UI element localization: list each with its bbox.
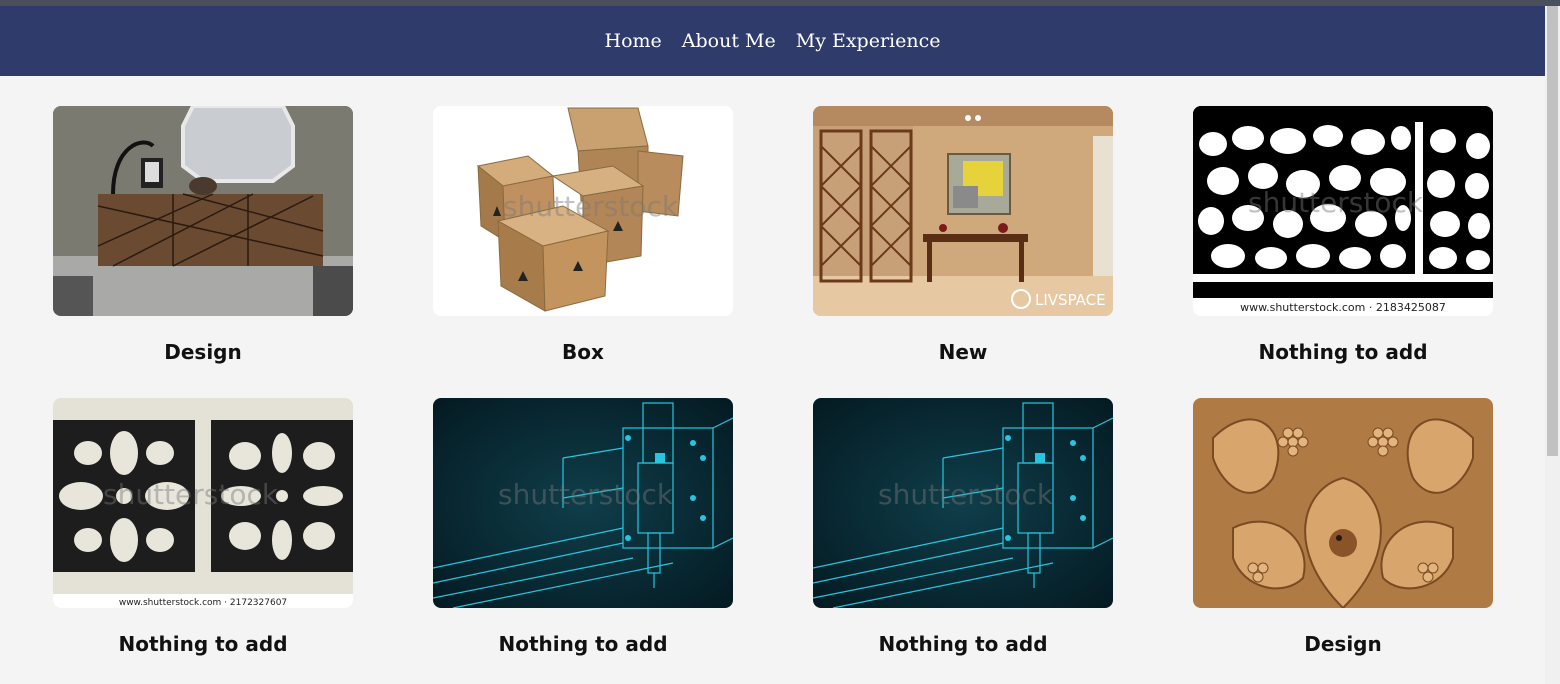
livspace-watermark: LIVSPACE (1035, 291, 1106, 309)
nav-home-link[interactable]: Home (605, 30, 662, 52)
card-caption: Design (164, 340, 242, 364)
watermark-text: shutterstock (103, 478, 279, 511)
watermark-text: shutterstock (1248, 186, 1424, 219)
card-caption: Nothing to add (498, 632, 668, 656)
card-caption: Nothing to add (118, 632, 288, 656)
image-footer-id: www.shutterstock.com · 2183425087 (1240, 301, 1446, 314)
cnc-blueprint-image: shutterstock (433, 398, 733, 608)
cardboard-boxes-image: shutterstock (433, 106, 733, 316)
watermark-text: shutterstock (878, 478, 1054, 511)
gallery-card-new[interactable]: LIVSPACE New (813, 106, 1113, 376)
ornamental-tile-image: shutterstock www.shutterstock.com · 2172… (53, 398, 353, 608)
card-caption: Nothing to add (1258, 340, 1428, 364)
card-caption: Box (562, 340, 604, 364)
wood-carving-image (1193, 398, 1493, 608)
gallery-card-cnc-1[interactable]: shutterstock Nothing to add (433, 398, 733, 668)
card-caption: Nothing to add (878, 632, 1048, 656)
watermark-text: shutterstock (503, 190, 679, 223)
sideboard-image (53, 106, 353, 316)
voronoi-panel-image: shutterstock www.shutterstock.com · 2183… (1193, 106, 1493, 316)
page-scrollbar[interactable] (1545, 6, 1560, 684)
gallery-card-carving[interactable]: Design (1193, 398, 1493, 668)
gallery-card-design[interactable]: Design (53, 106, 353, 376)
cnc-blueprint-image: shutterstock (813, 398, 1113, 608)
living-room-image: LIVSPACE (813, 106, 1113, 316)
gallery-card-box[interactable]: shutterstock Box (433, 106, 733, 376)
card-caption: New (938, 340, 988, 364)
top-navbar: Home About Me My Experience (0, 6, 1545, 76)
watermark-text: shutterstock (498, 478, 674, 511)
gallery-card-voronoi[interactable]: shutterstock www.shutterstock.com · 2183… (1193, 106, 1493, 376)
gallery-card-ornament[interactable]: shutterstock www.shutterstock.com · 2172… (53, 398, 353, 668)
scrollbar-thumb[interactable] (1547, 6, 1558, 456)
card-caption: Design (1304, 632, 1382, 656)
image-footer-id: www.shutterstock.com · 2172327607 (119, 598, 287, 608)
nav-my-experience-link[interactable]: My Experience (796, 30, 941, 52)
nav-about-me-link[interactable]: About Me (682, 30, 776, 52)
gallery-card-cnc-2[interactable]: shutterstock Nothing to add (813, 398, 1113, 668)
